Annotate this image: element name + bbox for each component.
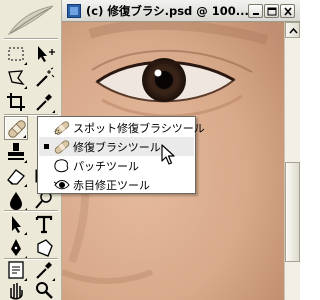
stamp-tool-button[interactable] — [4, 140, 28, 164]
eraser-tool-button[interactable] — [4, 164, 28, 188]
scroll-up-button[interactable] — [285, 22, 300, 38]
healing-brush-icon — [54, 140, 70, 154]
photoshop-doc-icon — [67, 4, 81, 18]
move-tool-button[interactable] — [32, 42, 56, 66]
toolbox-separator — [4, 38, 58, 40]
feather-logo-icon — [7, 5, 54, 36]
vertical-scrollbar[interactable] — [284, 22, 300, 300]
close-icon — [284, 7, 292, 16]
lasso-tool-button[interactable] — [4, 66, 28, 90]
patch-icon — [54, 159, 69, 173]
path-select-tool-button[interactable] — [4, 212, 28, 236]
zoom-tool-button[interactable] — [32, 278, 56, 300]
red-eye-icon — [53, 180, 70, 190]
selected-bullet-icon — [44, 144, 49, 149]
magic-wand-tool-button[interactable] — [32, 66, 56, 90]
hand-tool-button[interactable] — [4, 278, 28, 300]
photoshop-screen: (c) 修復ブラシ.psd @ 100... スポット修復ブラシツール 修復ブラ… — [0, 0, 300, 300]
menu-item-label: スポット修復ブラシツール — [73, 122, 205, 135]
magnifier-icon — [36, 282, 53, 299]
menu-item-label: パッチツール — [73, 160, 139, 173]
chevron-up-icon — [289, 27, 298, 34]
crop-tool-button[interactable] — [4, 90, 28, 114]
healing-brush-tool-button[interactable] — [4, 116, 28, 140]
mouse-cursor-icon — [161, 144, 175, 165]
shape-icon — [37, 239, 53, 257]
menu-item-label: 赤目修正ツール — [73, 179, 150, 192]
eyedropper-tool-button[interactable] — [32, 90, 56, 114]
pen-tool-button[interactable] — [4, 236, 28, 260]
maximize-icon — [267, 7, 277, 16]
close-button[interactable] — [280, 4, 295, 18]
document-titlebar[interactable]: (c) 修復ブラシ.psd @ 100... — [62, 0, 300, 22]
marquee-tool-button[interactable] — [4, 42, 28, 66]
menu-item-label: 修復ブラシツール — [73, 141, 161, 154]
scroll-thumb[interactable] — [285, 162, 300, 262]
menu-item-red-eye-tool[interactable]: 赤目修正ツール — [39, 175, 194, 194]
shape-tool-button[interactable] — [32, 236, 56, 260]
blur-tool-button[interactable] — [4, 188, 28, 212]
magic-wand-icon — [36, 67, 55, 87]
crop-icon — [7, 93, 25, 111]
spot-healing-icon — [54, 121, 70, 135]
maximize-button[interactable] — [264, 4, 279, 18]
minimize-icon — [253, 13, 259, 15]
type-T-icon — [35, 215, 53, 234]
move-arrow-icon — [38, 46, 55, 62]
menu-item-spot-healing-brush[interactable]: スポット修復ブラシツール — [39, 118, 205, 137]
document-title: (c) 修復ブラシ.psd @ 100... — [86, 4, 249, 18]
minimize-button[interactable] — [248, 4, 263, 18]
hand-icon — [10, 283, 23, 300]
type-tool-button[interactable] — [32, 212, 56, 236]
